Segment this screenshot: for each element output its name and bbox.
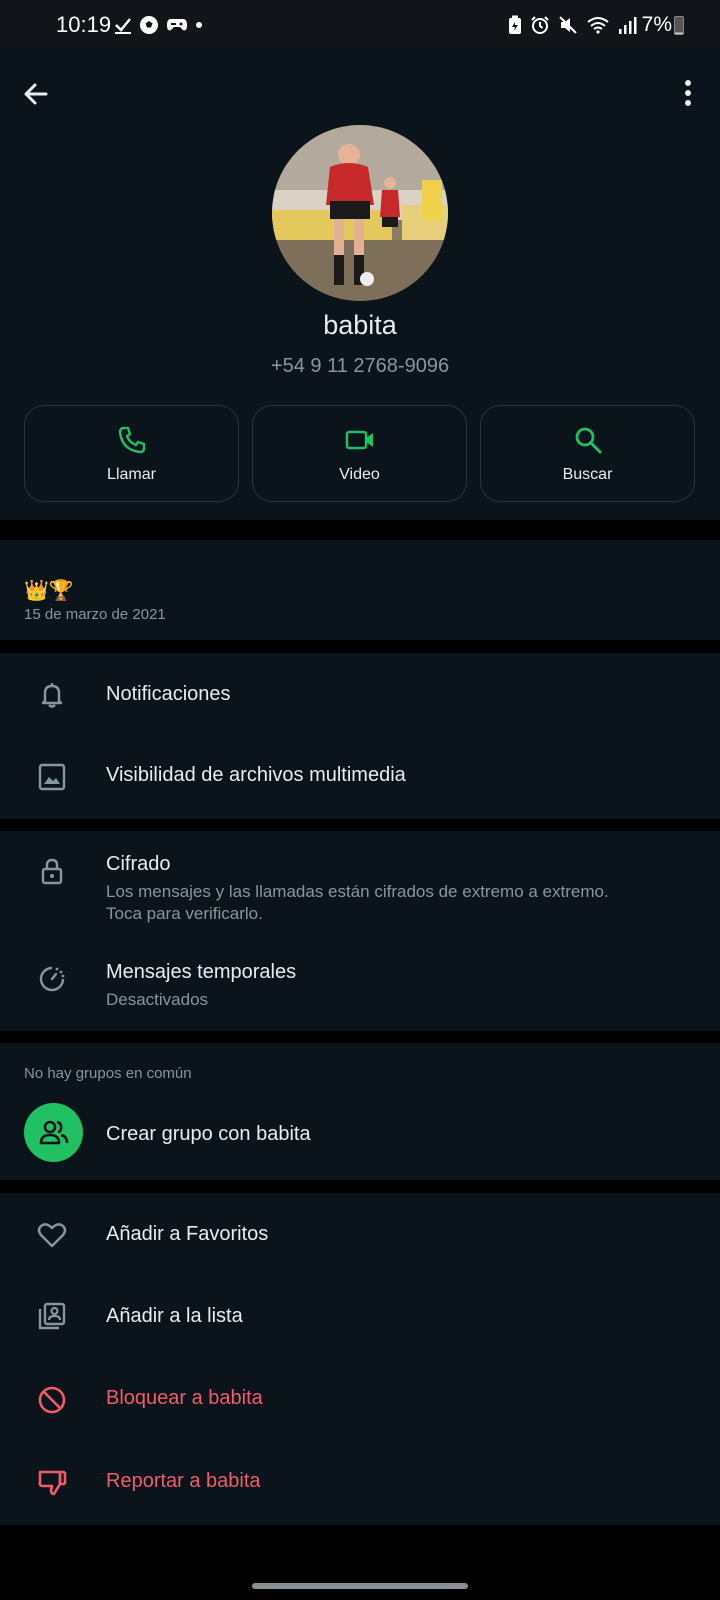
contact-list-icon (38, 1302, 66, 1330)
thumbs-down-icon (38, 1470, 67, 1496)
more-vertical-icon (685, 80, 691, 106)
wifi-icon (587, 17, 609, 34)
contact-actions-section: Añadir a Favoritos Añadir a la lista Blo… (0, 1193, 720, 1525)
block-icon (38, 1386, 66, 1414)
more-options-button[interactable] (678, 76, 698, 110)
media-visibility-row[interactable]: Visibilidad de archivos multimedia (0, 736, 720, 819)
heart-icon (37, 1223, 67, 1248)
add-to-list-row[interactable]: Añadir a la lista (0, 1276, 720, 1359)
video-label: Video (339, 466, 380, 483)
groups-in-common-label: No hay grupos en común (24, 1065, 192, 1082)
profile-header: babita +54 9 11 2768-9096 Llamar Video B… (0, 48, 720, 520)
search-button[interactable]: Buscar (480, 405, 695, 502)
disappearing-messages-title: Mensajes temporales (106, 961, 297, 983)
battery-percentage: 7% (641, 13, 672, 36)
about-date: 15 de marzo de 2021 (24, 606, 166, 623)
call-button[interactable]: Llamar (24, 405, 239, 502)
back-button[interactable] (20, 78, 52, 110)
contact-phone: +54 9 11 2768-9096 (270, 355, 450, 377)
video-icon (345, 430, 373, 450)
groups-section: No hay grupos en común Crear grupo con b… (0, 1043, 720, 1180)
arrow-left-icon (24, 83, 48, 105)
soccer-ball-icon (140, 16, 158, 34)
create-group-label: Crear grupo con babita (106, 1123, 311, 1145)
create-group-avatar (24, 1103, 83, 1162)
about-section[interactable]: 👑🏆 15 de marzo de 2021 (0, 540, 720, 640)
alarm-icon (531, 16, 549, 34)
encryption-title: Cifrado (106, 853, 171, 875)
bell-icon (41, 683, 63, 708)
disappearing-messages-status: Desactivados (106, 990, 209, 1009)
signal-icon (619, 17, 637, 34)
search-icon (575, 427, 601, 454)
media-visibility-label: Visibilidad de archivos multimedia (106, 764, 406, 786)
game-controller-icon (167, 19, 187, 31)
block-contact-row[interactable]: Bloquear a babita (0, 1359, 720, 1442)
encryption-subtitle-line-2: Toca para verificarlo. (106, 904, 263, 923)
home-indicator[interactable] (252, 1583, 468, 1589)
timer-icon (39, 966, 65, 992)
disappearing-messages-row[interactable]: Mensajes temporales Desactivados (0, 939, 720, 1031)
group-icon (39, 1120, 69, 1145)
encryption-row[interactable]: Cifrado Los mensajes y las llamadas está… (0, 831, 720, 939)
create-group-row[interactable]: Crear grupo con babita (0, 1093, 720, 1173)
status-time: 10:19 (56, 12, 112, 37)
add-to-list-label: Añadir a la lista (106, 1305, 243, 1327)
avatar[interactable] (272, 125, 448, 301)
check-icon (115, 18, 131, 34)
encryption-subtitle-line-1: Los mensajes y las llamadas están cifrad… (106, 882, 609, 901)
video-call-button[interactable]: Video (252, 405, 467, 502)
call-label: Llamar (107, 466, 156, 483)
battery-icon (674, 16, 684, 35)
notifications-label: Notificaciones (106, 683, 231, 705)
image-icon (38, 763, 66, 791)
profile-photo (272, 125, 448, 301)
lock-icon (41, 858, 63, 885)
dot-icon (196, 22, 202, 28)
notifications-row[interactable]: Notificaciones (0, 653, 720, 736)
phone-icon (118, 426, 145, 454)
add-to-favorites-row[interactable]: Añadir a Favoritos (0, 1193, 720, 1276)
status-bar: 10:19 7% (0, 0, 720, 48)
about-status: 👑🏆 (24, 580, 74, 602)
privacy-section: Cifrado Los mensajes y las llamadas está… (0, 831, 720, 1031)
report-contact-row[interactable]: Reportar a babita (0, 1442, 720, 1525)
settings-section: Notificaciones Visibilidad de archivos m… (0, 653, 720, 819)
mute-icon (559, 16, 577, 34)
search-label: Buscar (562, 466, 613, 483)
contact-name: babita (323, 310, 397, 340)
report-contact-label: Reportar a babita (106, 1470, 261, 1492)
block-contact-label: Bloquear a babita (106, 1387, 263, 1409)
add-to-favorites-label: Añadir a Favoritos (106, 1223, 269, 1245)
battery-saver-icon (509, 15, 521, 34)
